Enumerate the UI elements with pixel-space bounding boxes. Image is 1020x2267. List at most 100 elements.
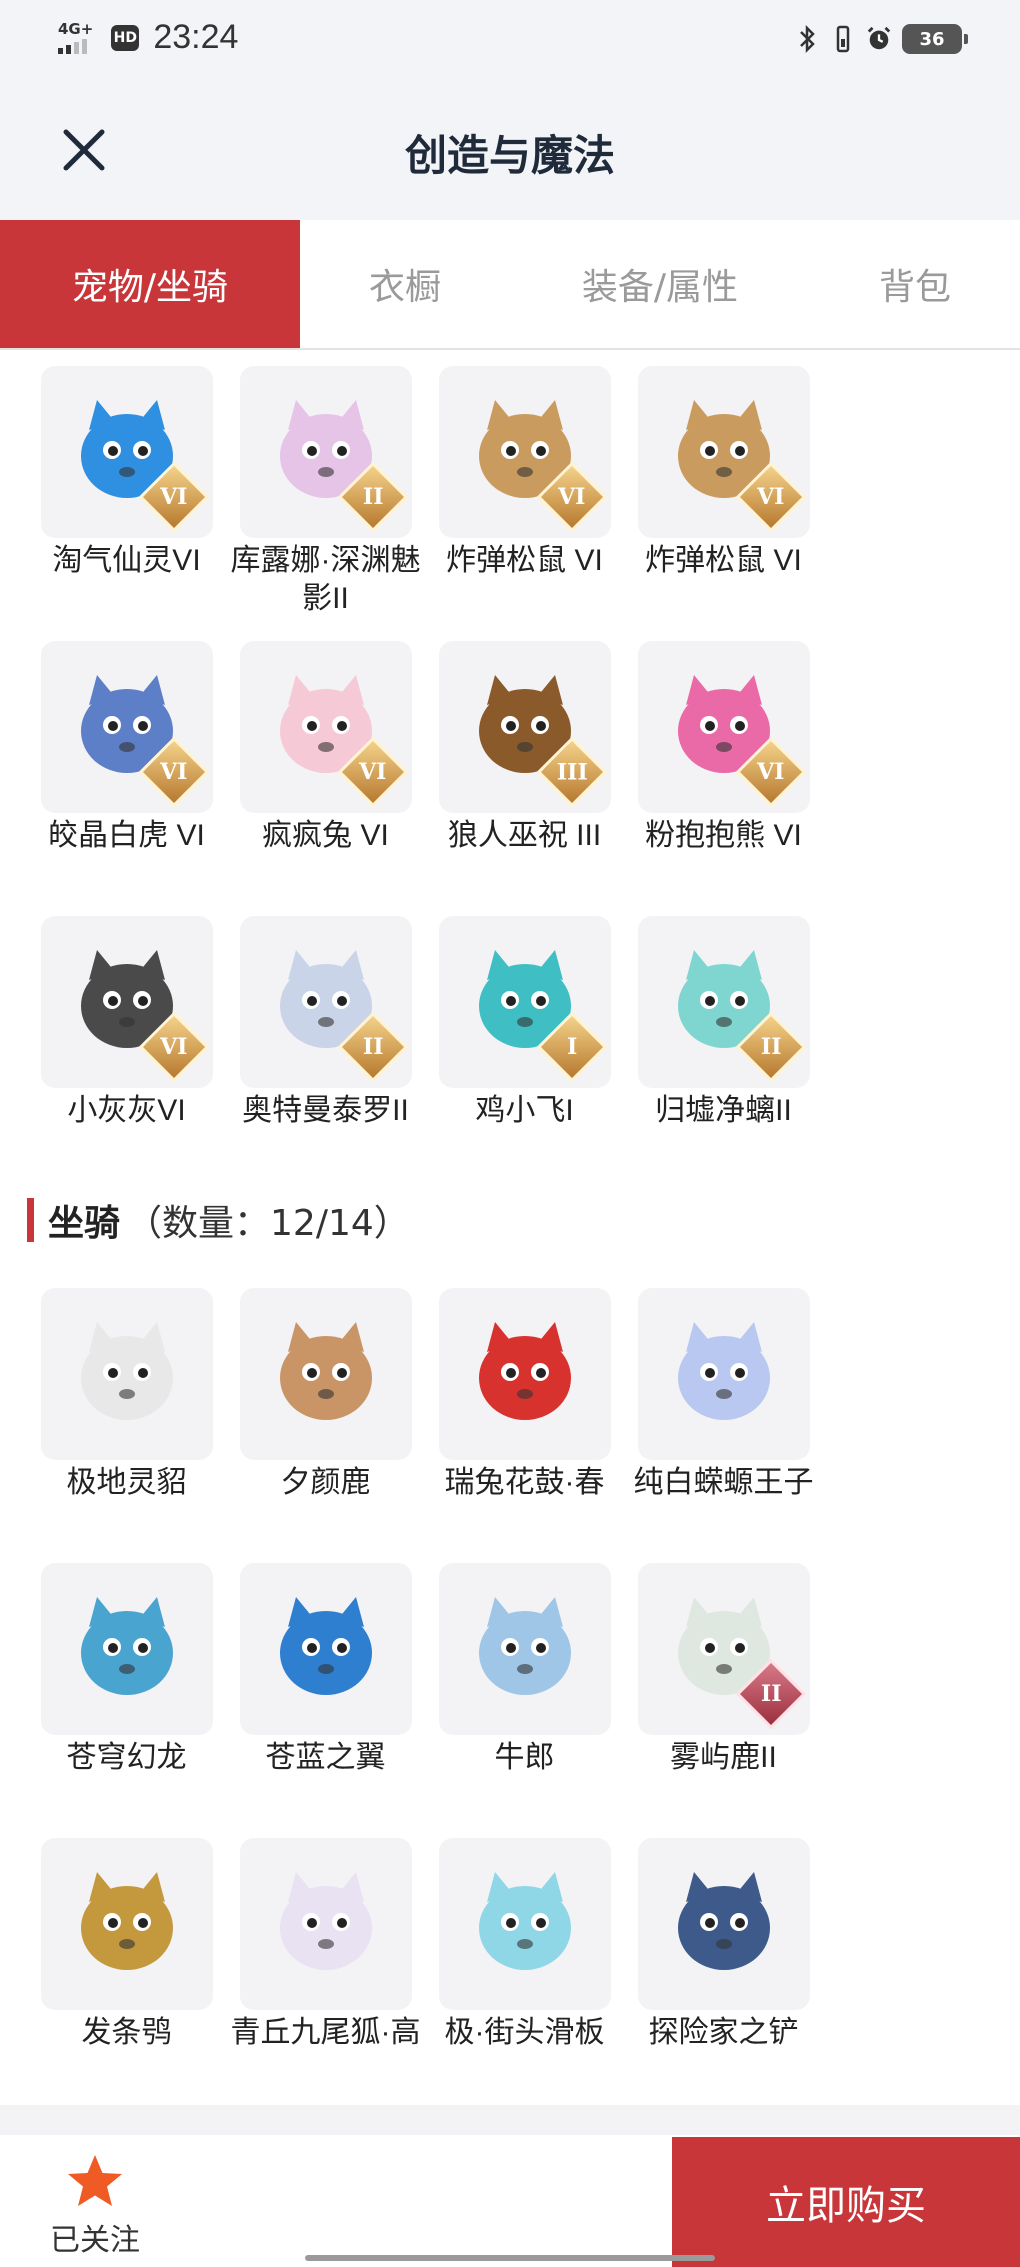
tab-bar: 宠物/坐骑 衣橱 装备/属性 背包 (0, 220, 1020, 350)
sunset-deer-mount-icon (266, 1312, 386, 1436)
mount-thumbnail (40, 1838, 213, 2010)
home-indicator[interactable] (305, 2255, 715, 2261)
pet-thumbnail: I (438, 916, 611, 1088)
mount-item[interactable]: 苍蓝之翼 (226, 1563, 425, 1838)
pet-item[interactable]: III 狼人巫祝 III (425, 641, 624, 916)
mount-item[interactable]: 纯白蝾螈王子 (624, 1288, 823, 1563)
mount-thumbnail (239, 1838, 412, 2010)
rank-label: VI (159, 759, 188, 785)
pet-item[interactable]: VI 粉抱抱熊 VI (624, 641, 823, 916)
rank-label: VI (358, 759, 387, 785)
mount-label: 雾屿鹿II (670, 1741, 777, 1774)
pet-thumbnail: VI (438, 366, 611, 538)
azure-wing-mount-icon (266, 1587, 386, 1711)
pet-label: 皎晶白虎 VI (48, 819, 205, 852)
clockwork-owl-mount-icon (67, 1862, 187, 1986)
pet-item[interactable]: I 鸡小飞I (425, 916, 624, 1191)
pet-thumbnail: II (239, 366, 412, 538)
explorer-shovel-mount-icon (664, 1862, 784, 1986)
mount-thumbnail (637, 1288, 810, 1460)
pet-thumbnail: VI (40, 366, 213, 538)
content-scroll[interactable]: VI 淘气仙灵VI II 库露娜·深渊魅影II VI 炸弹松鼠 VI VI 炸弹松鼠 VI VI… (0, 352, 1020, 2080)
pet-item[interactable]: II 归墟净螭II (624, 916, 823, 1191)
section-accent-bar (27, 1198, 34, 1242)
pet-thumbnail: VI (637, 366, 810, 538)
mount-item[interactable]: 极地灵貂 (27, 1288, 226, 1563)
bluetooth-icon (794, 24, 820, 54)
mount-label: 探险家之铲 (648, 2016, 799, 2049)
mount-thumbnail (239, 1563, 412, 1735)
mount-item[interactable]: 青丘九尾狐·高 (226, 1838, 425, 2080)
mounts-grid: 极地灵貂 夕颜鹿 瑞兔花鼓·春 纯白蝾螈王子苍穹幻龙 苍蓝之翼 牛郎 II 雾屿鹿II 发条鸮 青… (27, 1288, 997, 2080)
mount-label: 发条鸮 (81, 2016, 172, 2049)
rank-label: I (566, 1033, 577, 1060)
tab-pets-mounts[interactable]: 宠物/坐骑 (0, 220, 300, 348)
rank-label: II (760, 1034, 781, 1060)
rank-label: II (362, 484, 383, 510)
nav-bar: 创造与魔法 (0, 100, 1020, 200)
pet-item[interactable]: II 奥特曼泰罗II (226, 916, 425, 1191)
pet-label: 小灰灰VI (67, 1094, 186, 1127)
mount-item[interactable]: 发条鸮 (27, 1838, 226, 2080)
mount-section-count: （数量：12/14） (126, 1203, 410, 1244)
buy-now-button[interactable]: 立即购买 (672, 2137, 1020, 2267)
battery-indicator: 36 (902, 24, 968, 54)
mount-item[interactable]: 极·街头滑板 (425, 1838, 624, 2080)
close-button[interactable] (52, 118, 116, 182)
mount-thumbnail (40, 1563, 213, 1735)
star-icon (68, 2155, 122, 2206)
mount-label: 青丘九尾狐·高 (230, 2016, 421, 2049)
mount-item[interactable]: II 雾屿鹿II (624, 1563, 823, 1838)
status-left: 4G+ HD 23:24 (58, 18, 238, 57)
close-icon (63, 129, 105, 171)
follow-label: 已关注 (50, 2223, 140, 2258)
pet-label: 奥特曼泰罗II (242, 1094, 409, 1127)
mount-item[interactable]: 探险家之铲 (624, 1838, 823, 2080)
rank-label: VI (159, 1034, 188, 1060)
pet-item[interactable]: II 库露娜·深渊魅影II (226, 366, 425, 641)
pet-thumbnail: II (637, 916, 810, 1088)
mount-thumbnail (637, 1838, 810, 2010)
tab-backpack[interactable]: 背包 (810, 220, 1020, 348)
pet-label: 炸弹松鼠 VI (645, 544, 802, 577)
network-type: 4G+ (58, 20, 94, 38)
mount-item[interactable]: 苍穹幻龙 (27, 1563, 226, 1838)
mount-item[interactable]: 瑞兔花鼓·春 (425, 1288, 624, 1563)
pet-item[interactable]: VI 皎晶白虎 VI (27, 641, 226, 916)
nine-tail-fox-mount-icon (266, 1862, 386, 1986)
pet-item[interactable]: VI 炸弹松鼠 VI (425, 366, 624, 641)
bottom-bar: 已关注 立即购买 (0, 2137, 1020, 2267)
mount-thumbnail: II (637, 1563, 810, 1735)
pet-item[interactable]: VI 炸弹松鼠 VI (624, 366, 823, 641)
mount-item[interactable]: 夕颜鹿 (226, 1288, 425, 1563)
pet-thumbnail: VI (40, 641, 213, 813)
pet-item[interactable]: VI 小灰灰VI (27, 916, 226, 1191)
pet-item[interactable]: VI 疯疯兔 VI (226, 641, 425, 916)
rank-label: II (760, 1681, 781, 1707)
tab-equipment-attributes[interactable]: 装备/属性 (510, 220, 810, 348)
mount-item[interactable]: 牛郎 (425, 1563, 624, 1838)
divider (0, 2105, 1020, 2135)
rank-label: VI (557, 484, 586, 510)
mount-thumbnail (40, 1288, 213, 1460)
signal-icon (58, 39, 93, 54)
pet-label: 归墟净螭II (655, 1094, 792, 1127)
mount-label: 极地灵貂 (66, 1466, 187, 1499)
rank-label: II (362, 1034, 383, 1060)
alarm-icon (866, 24, 892, 54)
clock: 23:24 (153, 18, 239, 56)
pet-thumbnail: VI (239, 641, 412, 813)
pet-label: 炸弹松鼠 VI (446, 544, 603, 577)
mount-label: 纯白蝾螈王子 (633, 1466, 814, 1499)
tab-wardrobe[interactable]: 衣橱 (300, 220, 510, 348)
follow-button[interactable]: 已关注 (30, 2153, 160, 2263)
mount-label: 牛郎 (494, 1741, 555, 1774)
pet-item[interactable]: VI 淘气仙灵VI (27, 366, 226, 641)
white-axolotl-prince-mount-icon (664, 1312, 784, 1436)
status-bar: 4G+ HD 23:24 36 (0, 0, 1020, 80)
pets-grid: VI 淘气仙灵VI II 库露娜·深渊魅影II VI 炸弹松鼠 VI VI 炸弹松鼠 VI VI… (27, 366, 997, 1191)
polar-ferret-mount-icon (67, 1312, 187, 1436)
rank-label: III (556, 759, 587, 785)
mount-section-title: 坐骑 (48, 1203, 121, 1244)
pet-thumbnail: II (239, 916, 412, 1088)
